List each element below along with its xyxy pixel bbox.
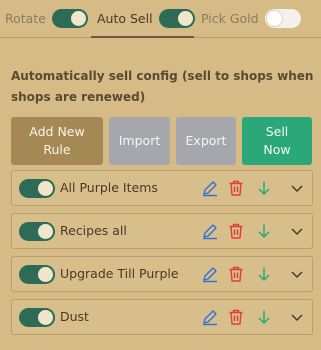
rule-name: Dust <box>60 309 89 324</box>
chevron-down-icon[interactable] <box>288 308 306 326</box>
tab-auto-sell-label: Auto Sell <box>97 10 153 26</box>
rule-enabled-toggle[interactable] <box>19 308 55 327</box>
arrow-down-icon[interactable] <box>255 222 273 240</box>
import-button[interactable]: Import <box>109 117 170 165</box>
tab-rotate[interactable]: Rotate <box>5 8 88 28</box>
import-label: Import <box>118 133 161 148</box>
tab-bar: Rotate Auto Sell Pick Gold <box>0 0 321 38</box>
pencil-icon[interactable] <box>201 308 219 326</box>
toggle-knob <box>38 181 53 196</box>
pencil-icon[interactable] <box>201 179 219 197</box>
rule-name: Recipes all <box>60 223 127 238</box>
rotate-toggle[interactable] <box>51 8 88 28</box>
rule-row: Dust <box>11 299 313 335</box>
chevron-down-icon[interactable] <box>288 265 306 283</box>
rule-enabled-toggle[interactable] <box>19 179 55 198</box>
trash-icon[interactable] <box>227 308 245 326</box>
rule-enabled-toggle[interactable] <box>19 265 55 284</box>
tab-auto-sell[interactable]: Auto Sell <box>97 8 195 28</box>
pencil-icon[interactable] <box>201 222 219 240</box>
export-label: Export <box>185 133 227 148</box>
add-new-rule-button[interactable]: Add New Rule <box>11 117 103 165</box>
arrow-down-icon[interactable] <box>255 265 273 283</box>
trash-icon[interactable] <box>227 222 245 240</box>
arrow-down-icon[interactable] <box>255 179 273 197</box>
arrow-down-icon[interactable] <box>255 308 273 326</box>
chevron-down-icon[interactable] <box>288 179 306 197</box>
sell-now-button[interactable]: Sell Now <box>242 117 312 165</box>
rule-name: All Purple Items <box>60 180 158 195</box>
toggle-knob <box>177 10 193 26</box>
chevron-down-icon[interactable] <box>288 222 306 240</box>
toggle-knob <box>38 310 53 325</box>
rule-row: Recipes all <box>11 213 313 249</box>
rule-name: Upgrade Till Purple <box>60 266 179 281</box>
toggle-knob <box>38 267 53 282</box>
pencil-icon[interactable] <box>201 265 219 283</box>
toggle-knob <box>38 224 53 239</box>
tab-pick-gold-label: Pick Gold <box>201 10 259 26</box>
export-button[interactable]: Export <box>176 117 236 165</box>
rule-row: Upgrade Till Purple <box>11 256 313 292</box>
active-tab-indicator <box>91 36 194 38</box>
add-new-rule-label: Add New Rule <box>29 124 85 157</box>
sell-now-label: Sell Now <box>263 124 291 157</box>
rule-row: All Purple Items <box>11 170 313 206</box>
rule-enabled-toggle[interactable] <box>19 222 55 241</box>
toggle-knob <box>266 10 282 26</box>
auto-sell-toggle[interactable] <box>158 8 195 28</box>
tab-rotate-label: Rotate <box>5 10 46 26</box>
toggle-knob <box>70 10 86 26</box>
tab-pick-gold[interactable]: Pick Gold <box>201 8 301 28</box>
trash-icon[interactable] <box>227 265 245 283</box>
trash-icon[interactable] <box>227 179 245 197</box>
section-heading: Automatically sell config (sell to shops… <box>11 69 314 104</box>
pick-gold-toggle[interactable] <box>264 8 301 28</box>
